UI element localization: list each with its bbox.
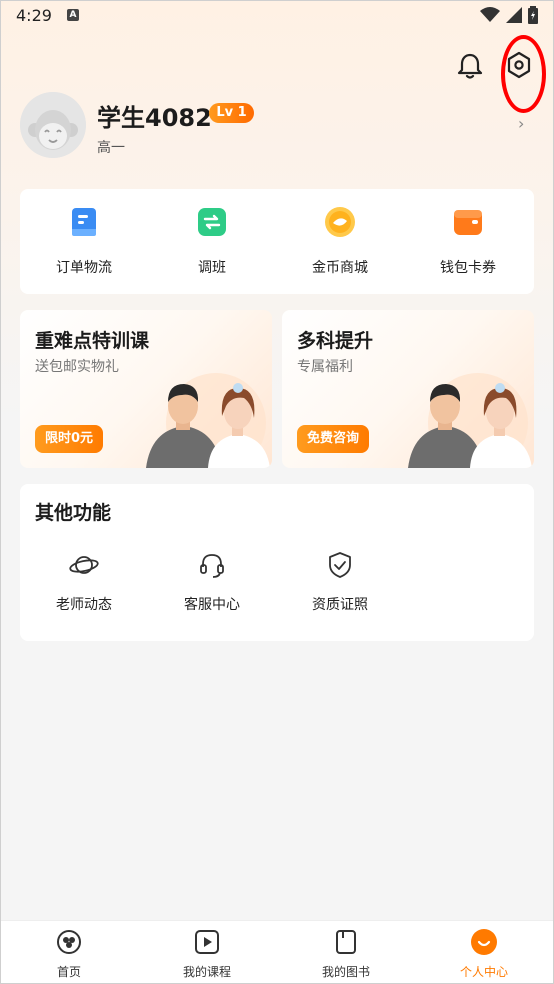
avatar-monkey-icon	[20, 92, 86, 158]
quick-action-label: 钱包卡券	[440, 260, 496, 276]
quick-action-label: 调班	[198, 260, 226, 276]
grade-label: 高一	[97, 140, 125, 156]
settings-highlight-annotation	[501, 35, 546, 113]
wallet-coupon-button[interactable]: 钱包卡券	[404, 205, 532, 285]
transfer-class-button[interactable]: 调班	[148, 205, 276, 285]
home-icon	[57, 930, 81, 954]
nav-profile[interactable]: 个人中心	[415, 929, 553, 979]
profile-chevron-icon[interactable]: ›	[518, 114, 524, 133]
level-badge: Lv 1	[209, 103, 254, 123]
wifi-icon	[480, 7, 500, 22]
promo-title: 重难点特训课	[35, 330, 150, 352]
other-functions-card: 其他功能 老师动态 客服中心 资质证照	[20, 484, 534, 641]
book-icon	[336, 930, 356, 954]
function-label: 老师动态	[56, 597, 112, 613]
nav-label: 我的课程	[182, 965, 231, 979]
customer-service-button[interactable]: 客服中心	[148, 550, 276, 620]
headset-icon	[200, 554, 224, 578]
free-consult-button[interactable]: 免费咨询	[297, 425, 370, 453]
quick-actions-card: 订单物流 调班 金币商城 钱包卡券	[20, 189, 534, 294]
play-icon	[195, 930, 219, 954]
promo-card-special-course[interactable]: 重难点特训课 送包邮实物礼 限时0元	[20, 310, 272, 468]
wallet-icon	[454, 210, 482, 235]
status-bar: 4:29 A	[0, 0, 554, 32]
quick-action-label: 订单物流	[56, 260, 112, 276]
function-label: 资质证照	[312, 597, 368, 613]
function-label: 客服中心	[184, 597, 240, 613]
profile-icon	[471, 929, 497, 955]
promo-title: 多科提升	[297, 330, 374, 352]
promo-subtitle: 送包邮实物礼	[35, 359, 119, 375]
order-logistics-button[interactable]: 订单物流	[20, 205, 148, 285]
teacher-updates-button[interactable]: 老师动态	[20, 550, 148, 620]
shield-check-icon	[329, 552, 351, 578]
bell-icon[interactable]	[456, 52, 484, 80]
nav-home[interactable]: 首页	[0, 929, 138, 979]
coin-icon	[325, 207, 355, 237]
order-icon	[72, 208, 96, 236]
nav-label: 我的图书	[321, 965, 370, 979]
nav-my-books[interactable]: 我的图书	[277, 929, 415, 979]
bottom-nav: 首页 我的课程 我的图书 个人中心	[0, 920, 554, 984]
avatar[interactable]	[20, 92, 86, 158]
quick-action-label: 金币商城	[312, 260, 368, 276]
nav-label: 首页	[56, 965, 81, 979]
limited-free-button[interactable]: 限时0元	[35, 425, 104, 453]
promo-card-multi-subject[interactable]: 多科提升 专属福利 免费咨询	[282, 310, 534, 468]
teachers-illustration	[146, 373, 270, 468]
teachers-illustration	[408, 373, 532, 468]
transfer-icon	[198, 208, 226, 236]
username: 学生4082	[97, 104, 212, 132]
section-title: 其他功能	[35, 502, 112, 524]
nav-my-courses[interactable]: 我的课程	[138, 929, 276, 979]
signal-icon	[506, 7, 522, 23]
status-icons	[480, 6, 538, 24]
planet-icon	[69, 556, 99, 574]
status-time: 4:29	[16, 6, 52, 25]
promo-subtitle: 专属福利	[297, 359, 353, 375]
qualifications-button[interactable]: 资质证照	[276, 550, 404, 620]
nav-label: 个人中心	[459, 965, 508, 979]
battery-icon	[528, 6, 538, 24]
notification-a-icon: A	[67, 9, 79, 21]
coin-mall-button[interactable]: 金币商城	[276, 205, 404, 285]
